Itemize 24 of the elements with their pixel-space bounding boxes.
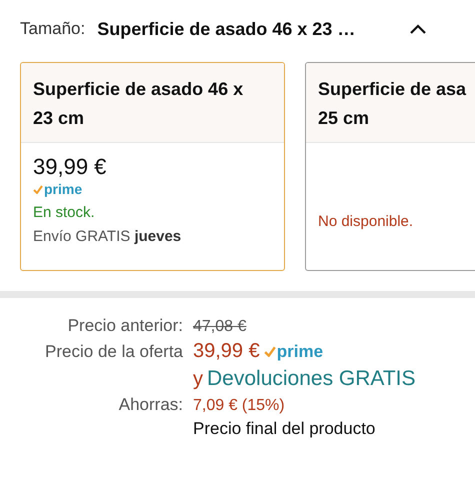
check-icon	[33, 184, 43, 194]
variant-title: Superficie de asado 46 x 23 cm	[33, 78, 244, 130]
previous-price: 47,08 €	[193, 318, 246, 336]
offer-price-label: Precio de la oferta	[44, 342, 183, 362]
delivery-text: Envío GRATIS jueves	[33, 227, 182, 247]
availability-text: No disponible.	[318, 212, 414, 232]
variant-title: Superficie de asa 25 cm	[318, 78, 468, 130]
savings-value: 7,09 € (15%)	[193, 397, 285, 415]
returns-prefix: y	[193, 368, 203, 391]
offer-price: 39,99 €	[193, 340, 260, 363]
variant-card[interactable]: Superficie de asado 46 x 23 cm 39,99 € prime En stock. Envío GRATIS jueves	[20, 62, 285, 271]
price-note: Precio final del producto	[193, 419, 376, 439]
availability-text: En stock.	[33, 203, 96, 223]
size-label: Tamaño:	[20, 19, 86, 39]
variant-price: 39,99 €	[33, 153, 108, 181]
prime-label: prime	[44, 181, 82, 197]
prime-label: prime	[276, 342, 324, 362]
check-icon	[264, 346, 276, 357]
free-returns-link[interactable]: Devoluciones GRATIS	[207, 367, 416, 391]
previous-price-label: Precio anterior:	[66, 316, 183, 336]
size-value: Superficie de asado 46 x 23 …	[97, 18, 356, 40]
savings-label: Ahorras:	[118, 395, 183, 415]
variant-card[interactable]: Superficie de asa 25 cm No disponible.	[305, 62, 475, 271]
chevron-icon[interactable]	[409, 23, 427, 35]
